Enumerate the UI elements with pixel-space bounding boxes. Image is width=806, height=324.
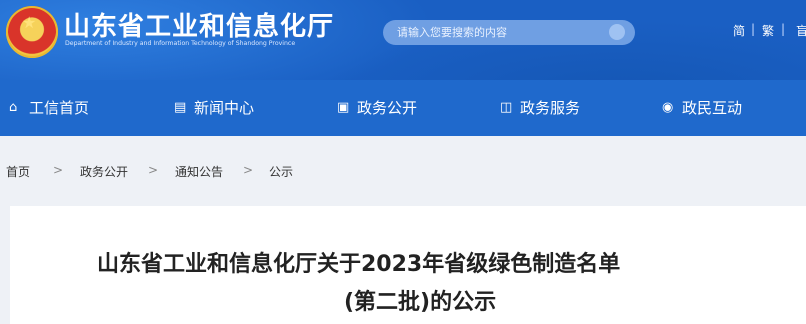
lang-simplified-link[interactable]: 简 [733, 22, 745, 39]
article-title-line2: (第二批)的公示 [344, 290, 497, 315]
home-icon: ⌂ [9, 99, 18, 115]
breadcrumb-separator: > [243, 163, 254, 177]
site-header: ★ 山东省工业和信息化厅 Department of Industry and … [0, 0, 806, 80]
breadcrumb-notices-link[interactable]: 通知公告 [175, 163, 223, 180]
lang-divider: | [781, 22, 786, 36]
site-subtitle: Department of Industry and Information T… [65, 40, 296, 47]
nav-item-home[interactable]: ⌂ 工信首页 [9, 97, 89, 118]
breadcrumb-gov-affairs-link[interactable]: 政务公开 [80, 163, 128, 180]
breadcrumb-home-link[interactable]: 首页 [6, 163, 30, 180]
nav-item-label: 新闻中心 [194, 99, 255, 117]
breadcrumb-current: 公示 [269, 165, 294, 179]
main-nav: ⌂ 工信首页 ▤ 新闻中心 ▣ 政务公开 ◫ 政务服务 ◉ 政民互动 [0, 80, 806, 136]
nav-item-label: 政务服务 [520, 99, 581, 117]
search-input[interactable] [397, 24, 597, 41]
service-icon: ◫ [500, 99, 513, 115]
nav-item-gov-affairs[interactable]: ▣ 政务公开 [337, 97, 417, 118]
nav-item-news[interactable]: ▤ 新闻中心 [174, 97, 254, 118]
breadcrumb-separator: > [148, 163, 159, 177]
nav-item-label: 政务公开 [357, 99, 418, 117]
search-box[interactable] [383, 20, 635, 45]
star-icon: ★ [22, 13, 37, 32]
chat-icon: ◉ [662, 99, 674, 115]
monitor-icon: ▣ [337, 99, 350, 115]
breadcrumb-separator: > [53, 163, 64, 177]
article-title-line1: 山东省工业和信息化厅关于2023年省级绿色制造名单 [97, 252, 621, 277]
nav-item-gov-services[interactable]: ◫ 政务服务 [500, 97, 580, 118]
site-title[interactable]: 山东省工业和信息化厅 [64, 6, 334, 43]
lang-traditional-link[interactable]: 繁 [762, 22, 774, 39]
lang-divider: | [751, 22, 756, 36]
lang-accessibility-link[interactable]: 盲 [796, 22, 806, 39]
breadcrumb: 首页 > 政务公开 > 通知公告 > 公示 [0, 136, 806, 206]
nav-item-label: 工信首页 [29, 99, 90, 117]
national-emblem-icon[interactable]: ★ [6, 6, 58, 58]
search-icon[interactable] [609, 24, 625, 40]
news-icon: ▤ [174, 99, 187, 115]
nav-item-interaction[interactable]: ◉ 政民互动 [662, 97, 742, 118]
nav-item-label: 政民互动 [682, 99, 743, 117]
